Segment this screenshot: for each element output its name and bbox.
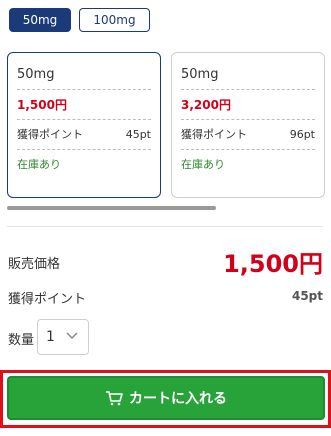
card-points-label: 獲得ポイント	[181, 128, 247, 141]
points-value: 45pt	[291, 289, 323, 303]
points-label: 獲得ポイント	[8, 292, 87, 307]
tab-50mg[interactable]: 50mg	[9, 8, 71, 32]
variant-tabs: 50mg 100mg	[9, 8, 150, 32]
card-points-label: 獲得ポイント	[17, 128, 83, 141]
card-size-text: 50mg	[17, 66, 55, 82]
card-size: 50mg	[17, 59, 151, 90]
card-stock: 在庫あり	[181, 149, 315, 179]
divider	[7, 226, 323, 227]
card-price: 1,500円	[17, 89, 151, 120]
card-price-text: 3,200円	[181, 97, 231, 112]
cart-icon	[106, 391, 123, 406]
quantity-value: 1	[46, 329, 55, 345]
chevron-down-icon	[66, 332, 78, 340]
add-to-cart-button[interactable]: カートに入れる	[7, 376, 325, 420]
card-points-value: 96pt	[289, 127, 315, 141]
card-points-row: 獲得ポイント 96pt	[181, 119, 315, 150]
variant-card-selected[interactable]: 50mg 1,500円 獲得ポイント 45pt 在庫あり	[7, 52, 161, 198]
quantity-select[interactable]: 1	[37, 319, 89, 355]
card-size-text: 50mg	[181, 66, 219, 82]
card-price-text: 1,500円	[17, 97, 67, 112]
sale-price-label: 販売価格	[8, 257, 61, 272]
card-points-row: 獲得ポイント 45pt	[17, 119, 151, 150]
add-to-cart-label: カートに入れる	[129, 391, 227, 407]
quantity-label: 数量	[8, 333, 35, 348]
sale-price: 1,500円	[223, 250, 323, 278]
card-stock-text: 在庫あり	[181, 158, 225, 171]
variant-cards: 50mg 1,500円 獲得ポイント 45pt 在庫あり 50mg 3,200円…	[7, 52, 331, 200]
tab-100mg[interactable]: 100mg	[79, 8, 150, 32]
card-points-value: 45pt	[125, 127, 151, 141]
cards-scrollbar[interactable]	[7, 206, 216, 210]
card-price: 3,200円	[181, 89, 315, 120]
card-size: 50mg	[181, 59, 315, 90]
variant-card[interactable]: 50mg 3,200円 獲得ポイント 96pt 在庫あり	[171, 52, 325, 198]
card-stock: 在庫あり	[17, 149, 151, 179]
card-stock-text: 在庫あり	[17, 158, 61, 171]
